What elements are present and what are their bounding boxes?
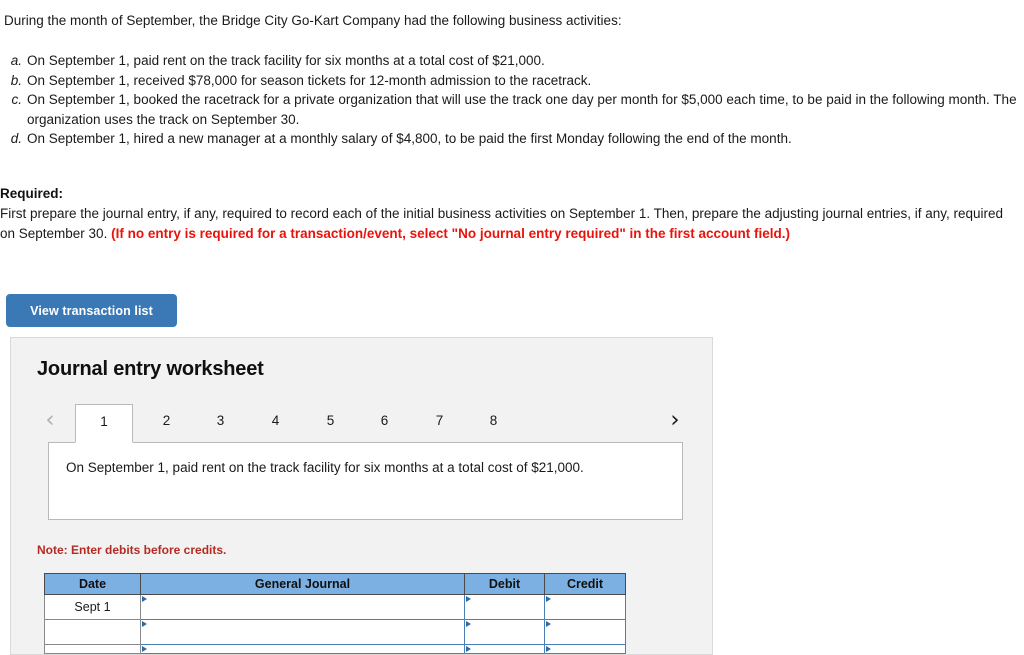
- list-item: d. On September 1, hired a new manager a…: [4, 129, 1018, 149]
- journal-entry-worksheet-panel: Journal entry worksheet ‹ 1 2 3 4 5 6 7 …: [10, 337, 713, 655]
- required-section: Required: First prepare the journal entr…: [0, 184, 1010, 243]
- tab-1[interactable]: 1: [75, 404, 133, 443]
- list-item-letter: a.: [10, 53, 22, 68]
- general-journal-account-select[interactable]: [140, 619, 465, 645]
- list-item-text: On September 1, booked the racetrack for…: [27, 92, 1017, 127]
- journal-entry-table: Date General Journal Debit Credit Sept 1: [44, 573, 626, 654]
- column-header-credit: Credit: [544, 573, 626, 595]
- date-cell[interactable]: [44, 619, 141, 645]
- general-journal-account-select[interactable]: [140, 594, 465, 620]
- column-header-debit: Debit: [464, 573, 545, 595]
- list-item: c. On September 1, booked the racetrack …: [4, 90, 1018, 129]
- tab-7[interactable]: 7: [412, 404, 467, 441]
- tab-6[interactable]: 6: [357, 404, 412, 441]
- table-header-row: Date General Journal Debit Credit: [44, 573, 626, 595]
- credit-input[interactable]: [544, 619, 626, 645]
- list-item-letter: b.: [10, 72, 22, 88]
- table-row: [44, 619, 626, 645]
- required-heading: Required:: [0, 186, 64, 201]
- table-row: [44, 644, 626, 654]
- tab-3[interactable]: 3: [193, 404, 248, 441]
- prev-arrow-icon[interactable]: ‹: [39, 408, 61, 434]
- transaction-description-box: On September 1, paid rent on the track f…: [48, 442, 683, 520]
- worksheet-tab-strip: ‹ 1 2 3 4 5 6 7 8 ›: [11, 398, 712, 443]
- transaction-description-text: On September 1, paid rent on the track f…: [66, 460, 584, 475]
- debit-input[interactable]: [464, 594, 545, 620]
- next-arrow-icon[interactable]: ›: [664, 408, 686, 434]
- date-cell[interactable]: Sept 1: [44, 594, 141, 620]
- list-item-text: On September 1, paid rent on the track f…: [27, 53, 545, 68]
- debit-input[interactable]: [464, 644, 545, 654]
- tab-4[interactable]: 4: [248, 404, 303, 441]
- required-body: First prepare the journal entry, if any,…: [0, 204, 1010, 243]
- tab-8[interactable]: 8: [466, 404, 521, 441]
- view-transaction-list-button[interactable]: View transaction list: [6, 294, 177, 327]
- column-header-general-journal: General Journal: [140, 573, 465, 595]
- tab-5[interactable]: 5: [303, 404, 358, 441]
- tab-2[interactable]: 2: [139, 404, 194, 441]
- credit-input[interactable]: [544, 644, 626, 654]
- list-item-text: On September 1, received $78,000 for sea…: [27, 72, 592, 88]
- list-item-text: On September 1, hired a new manager at a…: [27, 131, 792, 146]
- credit-input[interactable]: [544, 594, 626, 620]
- debits-before-credits-note: Note: Enter debits before credits.: [37, 543, 227, 557]
- list-item: b. On September 1, received $78,000 for …: [4, 71, 1018, 91]
- table-row: Sept 1: [44, 594, 626, 620]
- required-body-warning: (If no entry is required for a transacti…: [111, 225, 791, 241]
- list-item-letter: c.: [11, 92, 22, 107]
- general-journal-account-select[interactable]: [140, 644, 465, 654]
- date-cell[interactable]: [44, 644, 141, 654]
- column-header-date: Date: [44, 573, 141, 595]
- activities-list: a. On September 1, paid rent on the trac…: [4, 51, 1018, 149]
- intro-paragraph: During the month of September, the Bridg…: [4, 13, 622, 28]
- debit-input[interactable]: [464, 619, 545, 645]
- worksheet-title: Journal entry worksheet: [37, 358, 264, 380]
- list-item: a. On September 1, paid rent on the trac…: [4, 51, 1018, 71]
- list-item-letter: d.: [10, 131, 22, 146]
